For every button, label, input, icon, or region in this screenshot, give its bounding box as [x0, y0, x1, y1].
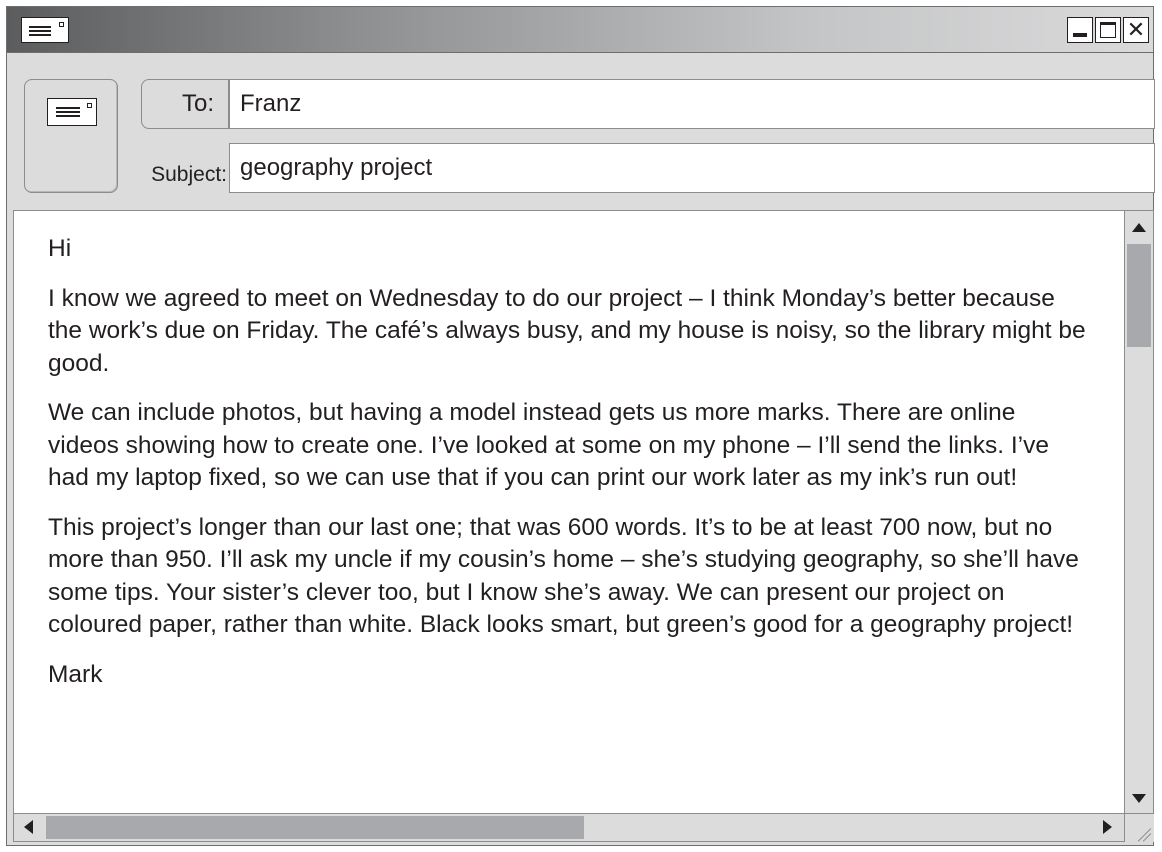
scroll-right-arrow-icon[interactable] [1103, 820, 1112, 834]
minimize-icon[interactable] [1067, 17, 1093, 43]
scroll-left-arrow-icon[interactable] [24, 820, 33, 834]
horizontal-scroll-thumb[interactable] [46, 816, 584, 839]
horizontal-scrollbar[interactable] [13, 814, 1125, 842]
scroll-up-arrow-icon[interactable] [1132, 223, 1146, 232]
to-button[interactable]: To: [141, 79, 229, 129]
body-paragraph: This project’s longer than our last one;… [48, 513, 1079, 639]
vertical-scroll-thumb[interactable] [1127, 244, 1151, 347]
title-bar[interactable]: ✕ [7, 7, 1153, 53]
send-envelope-icon [47, 98, 97, 126]
to-field[interactable]: Franz [229, 79, 1155, 129]
window-controls: ✕ [1067, 17, 1149, 43]
message-body[interactable]: Hi I know we agreed to meet on Wednesday… [13, 210, 1125, 814]
body-paragraph: Hi [48, 235, 72, 262]
email-window: ✕ To: Franz Subject: geography project H… [6, 6, 1155, 846]
subject-label: Subject: [151, 163, 227, 186]
body-paragraph: We can include photos, but having a mode… [48, 399, 1049, 491]
body-paragraph: I know we agreed to meet on Wednesday to… [48, 284, 1086, 377]
send-button[interactable] [24, 79, 118, 193]
maximize-icon[interactable] [1095, 17, 1121, 43]
close-icon[interactable]: ✕ [1123, 17, 1149, 43]
envelope-icon [21, 17, 69, 43]
body-signature: Mark [48, 660, 103, 688]
vertical-scrollbar[interactable] [1125, 210, 1154, 814]
resize-grip-icon[interactable] [1125, 814, 1154, 842]
subject-field[interactable]: geography project [229, 143, 1155, 193]
scroll-down-arrow-icon[interactable] [1132, 794, 1146, 803]
